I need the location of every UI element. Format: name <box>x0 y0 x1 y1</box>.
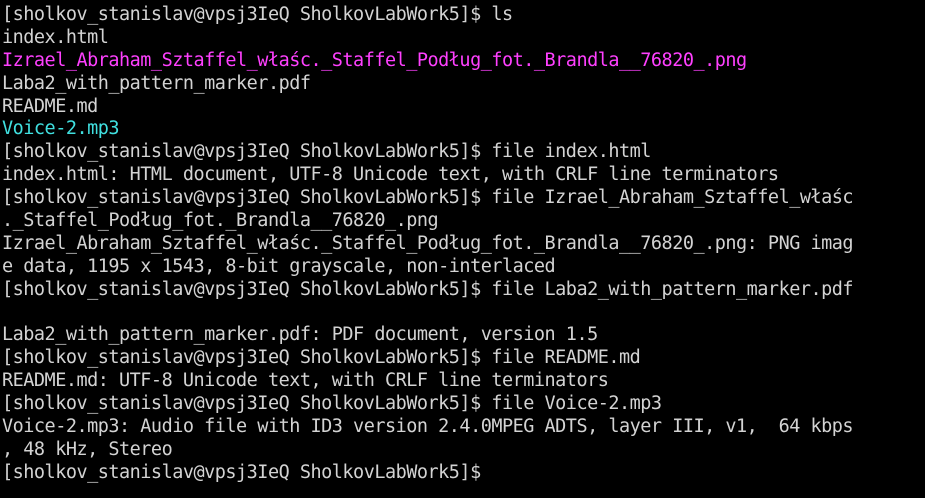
terminal-line: README.md <box>2 95 98 117</box>
terminal-line: , 48 kHz, Stereo <box>2 438 173 460</box>
terminal-line: e data, 1195 x 1543, 8-bit grayscale, no… <box>2 255 556 277</box>
terminal-line: Voice-2.mp3 <box>2 118 120 140</box>
terminal-line: [sholkov_stanislav@vpsj3IeQ SholkovLabWo… <box>2 141 651 163</box>
terminal-line: [sholkov_stanislav@vpsj3IeQ SholkovLabWo… <box>2 393 662 415</box>
terminal-line: Laba2_with_pattern_marker.pdf <box>2 72 311 94</box>
terminal-line: Voice-2.mp3: Audio file with ID3 version… <box>2 416 854 438</box>
terminal-line: [sholkov_stanislav@vpsj3IeQ SholkovLabWo… <box>2 4 513 25</box>
terminal-line: [sholkov_stanislav@vpsj3IeQ SholkovLabWo… <box>2 278 854 300</box>
terminal-cursor[interactable] <box>491 462 501 481</box>
terminal-window[interactable]: [sholkov_stanislav@vpsj3IeQ SholkovLabWo… <box>0 0 925 498</box>
terminal-prompt: [sholkov_stanislav@vpsj3IeQ SholkovLabWo… <box>2 461 492 483</box>
terminal-line: index.html: HTML document, UTF-8 Unicode… <box>2 164 779 186</box>
terminal-line: ._Staffel_Podług_fot._Brandla__76820_.pn… <box>2 210 439 232</box>
terminal-prompt-line[interactable]: [sholkov_stanislav@vpsj3IeQ SholkovLabWo… <box>2 462 925 485</box>
terminal-line: Laba2_with_pattern_marker.pdf: PDF docum… <box>2 324 598 346</box>
terminal-line: README.md: UTF-8 Unicode text, with CRLF… <box>2 370 609 392</box>
terminal-line: Izrael_Abraham_Sztaffel_właśc._Staffel_P… <box>2 232 854 254</box>
terminal-line: [sholkov_stanislav@vpsj3IeQ SholkovLabWo… <box>2 187 854 209</box>
terminal-line: [sholkov_stanislav@vpsj3IeQ SholkovLabWo… <box>2 347 641 369</box>
terminal-line: Izrael_Abraham_Sztaffel_właśc._Staffel_P… <box>2 49 747 71</box>
terminal-line: index.html <box>2 26 109 48</box>
